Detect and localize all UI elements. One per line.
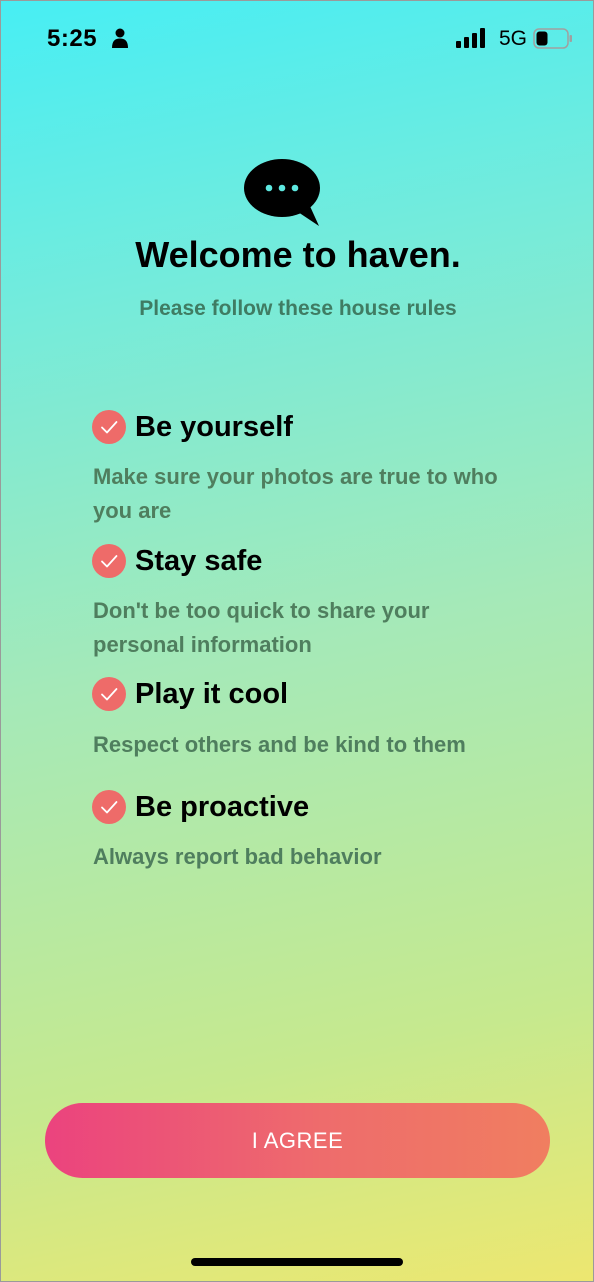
page-subtitle: Please follow these house rules — [139, 297, 457, 320]
rule-title: Play it cool — [135, 678, 289, 710]
agree-button[interactable]: I AGREE — [45, 1103, 550, 1178]
signal-icon — [456, 28, 485, 48]
battery-icon — [533, 28, 572, 49]
rule-description: Don't be too quick to share your persona… — [93, 598, 430, 657]
status-time: 5:25 — [47, 25, 98, 52]
welcome-screen: 5:25 5G Welcome to haven. Please follow … — [0, 0, 594, 1282]
person-icon — [112, 28, 128, 48]
rule-title: Be proactive — [135, 791, 310, 823]
chat-bubble-icon — [244, 159, 320, 226]
rule-description: Always report bad behavior — [93, 844, 382, 869]
check-circle-icon — [92, 790, 126, 824]
check-circle-icon — [92, 544, 126, 578]
rule-description: Make sure your photos are true to who yo… — [93, 464, 498, 523]
rule-title: Be yourself — [135, 411, 293, 443]
home-indicator[interactable] — [191, 1258, 403, 1266]
page-title: Welcome to haven. — [135, 234, 461, 275]
check-circle-icon — [92, 410, 126, 444]
rule-title: Stay safe — [135, 545, 263, 577]
network-label: 5G — [499, 27, 528, 50]
check-circle-icon — [92, 677, 126, 711]
rule-description: Respect others and be kind to them — [93, 732, 466, 757]
